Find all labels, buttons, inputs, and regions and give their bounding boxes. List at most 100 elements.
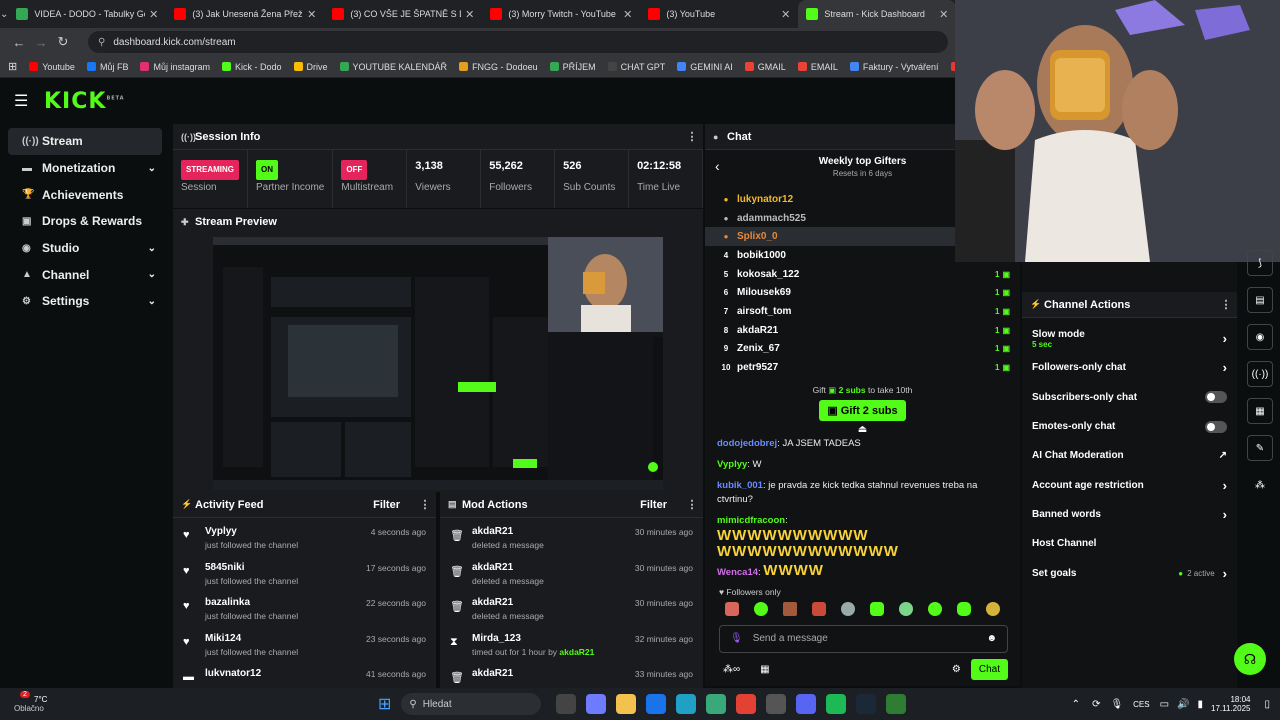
toggle-switch[interactable]: [1205, 420, 1227, 433]
kebab-menu-icon[interactable]: ⋮: [681, 498, 703, 511]
mod-action-item[interactable]: 🗑 akdaR21 deleted a message 30 minutes ago: [440, 554, 703, 590]
steam-icon[interactable]: [856, 694, 877, 714]
bookmark-item[interactable]: Kick - Dodo: [221, 62, 282, 72]
chat-username[interactable]: Vyplyy: [717, 459, 747, 470]
mod-filter-button[interactable]: Filter: [640, 499, 667, 511]
activity-username[interactable]: Miki124: [205, 633, 366, 644]
tab-close-icon[interactable]: ✕: [623, 8, 632, 21]
bookmark-item[interactable]: EMAIL: [797, 62, 838, 72]
users-icon[interactable]: ⁂: [1247, 472, 1273, 498]
bookmark-item[interactable]: PŘÍJEM: [549, 62, 596, 72]
pin-icon[interactable]: ⟆: [1247, 250, 1273, 276]
store-icon[interactable]: ▦: [760, 664, 952, 675]
activity-username[interactable]: lukvnator12: [205, 668, 366, 679]
bookmark-item[interactable]: GEMINI AI: [677, 62, 733, 72]
channel-action-subscribers-only-chat[interactable]: Subscribers-only chat: [1022, 383, 1237, 412]
emote-icon[interactable]: [899, 601, 914, 616]
tab-close-icon[interactable]: ✕: [149, 8, 158, 21]
weather-widget[interactable]: 2 7°C Oblačno: [0, 691, 140, 713]
chevron-down-icon[interactable]: ⌄: [148, 269, 156, 280]
mod-action-item[interactable]: 🗑 akdaR21 deleted a message 30 minutes ago: [440, 589, 703, 625]
sidebar-item-studio[interactable]: ◉ Studio ⌄: [8, 235, 162, 262]
channel-action-banned-words[interactable]: Banned words ›: [1022, 500, 1237, 529]
activity-item[interactable]: ♥ bazalinka just followed the channel 22 se…: [173, 589, 436, 625]
mod-action-item[interactable]: 🗑 akdaR21 deleted a message 30 minutes ago: [440, 518, 703, 554]
stream-preview-video[interactable]: [213, 237, 663, 490]
tab-close-icon[interactable]: ✕: [307, 8, 316, 21]
tab-close-icon[interactable]: ✕: [465, 8, 474, 21]
bookmark-item[interactable]: GMAIL: [744, 62, 786, 72]
emote-icon[interactable]: [928, 601, 943, 616]
mod-action-username[interactable]: akdaR21: [472, 562, 635, 573]
bookmark-item[interactable]: Faktury - Vytváření: [849, 62, 939, 72]
chat-send-button[interactable]: Chat: [970, 658, 1008, 680]
kick-logo[interactable]: KICKBETA: [44, 89, 125, 114]
mod-action-username[interactable]: akdaR21: [472, 526, 635, 537]
back-chevron-icon[interactable]: ‹: [715, 158, 720, 174]
tab-close-icon[interactable]: ✕: [781, 8, 790, 21]
tab-close-icon[interactable]: ✕: [939, 8, 948, 21]
sidebar-item-stream[interactable]: ((·)) Stream: [8, 128, 162, 155]
url-field[interactable]: ⚲ dashboard.kick.com/stream: [88, 31, 948, 53]
sidebar-item-drops-rewards[interactable]: ▣ Drops & Rewards: [8, 208, 162, 235]
sidebar-item-channel[interactable]: ▲ Channel ⌄: [8, 261, 162, 288]
battery-icon[interactable]: ▮: [1198, 699, 1204, 710]
emote-icon[interactable]: [782, 601, 797, 616]
channel-action-followers-only-chat[interactable]: Followers-only chat ›: [1022, 353, 1237, 382]
sidebar-item-achievements[interactable]: 🏆 Achievements: [8, 181, 162, 208]
chevron-right-icon[interactable]: ›: [1223, 507, 1227, 522]
hamburger-menu-icon[interactable]: ☰: [14, 91, 40, 111]
chevron-right-icon[interactable]: ›: [1223, 478, 1227, 493]
bookmark-item[interactable]: YOUTUBE KALENDÁŘ: [339, 62, 447, 72]
discord-icon[interactable]: [796, 694, 817, 714]
clock[interactable]: 18:04 17.11.2025: [1211, 695, 1250, 713]
document-icon[interactable]: ▤: [1247, 287, 1273, 313]
chevron-right-icon[interactable]: ›: [1223, 331, 1227, 346]
gifter-row[interactable]: 6 Milousek69 1 ▣: [705, 283, 1020, 302]
activity-item[interactable]: ♥ 5845niki just followed the channel 17 sec…: [173, 554, 436, 590]
mod-action-item[interactable]: ⧗ Mirda_123 timed out for 1 hour by akdaR2…: [440, 625, 703, 661]
tray-app-icon[interactable]: ⟳: [1092, 699, 1100, 710]
mod-action-username[interactable]: akdaR21: [472, 668, 635, 679]
gifter-row[interactable]: 8 akdaR21 1 ▣: [705, 321, 1020, 340]
emote-icon[interactable]: [811, 601, 826, 616]
spotify-icon[interactable]: [826, 694, 847, 714]
gift-subs-button[interactable]: ▣ Gift 2 subs: [819, 399, 906, 421]
site-info-icon[interactable]: ⚲: [98, 37, 105, 48]
broadcast-icon[interactable]: ((·)): [1247, 361, 1273, 387]
chat-icon[interactable]: ◉: [1247, 324, 1273, 350]
sidebar-item-monetization[interactable]: ▬ Monetization ⌄: [8, 155, 162, 182]
activity-item[interactable]: ♥ Miki124 just followed the channel 23 seco…: [173, 625, 436, 661]
emote-icon[interactable]: [724, 601, 739, 616]
microphone-icon[interactable]: 🎙: [730, 633, 743, 644]
activity-item[interactable]: ♥ Vyplyy just followed the channel 4 second…: [173, 518, 436, 554]
bookmark-item[interactable]: Drive: [293, 62, 328, 72]
app-icon[interactable]: [706, 694, 727, 714]
emote-icon[interactable]: [840, 601, 855, 616]
emote-icon[interactable]: [986, 601, 1001, 616]
chat-username[interactable]: Wenca14: [717, 567, 758, 578]
chevron-right-icon[interactable]: ›: [1223, 360, 1227, 375]
support-headset-button[interactable]: ☊: [1234, 643, 1266, 675]
chat-settings-gear-icon[interactable]: ⚙: [952, 664, 961, 675]
outlook-icon[interactable]: [646, 694, 667, 714]
edge-icon[interactable]: [676, 694, 697, 714]
volume-icon[interactable]: 🔊: [1177, 699, 1189, 710]
emote-icon[interactable]: [957, 601, 972, 616]
file-explorer-icon[interactable]: [616, 694, 637, 714]
chevron-down-icon[interactable]: ⌄: [148, 296, 156, 307]
chevron-right-icon[interactable]: ›: [1223, 566, 1227, 581]
emoji-icon[interactable]: ☻: [986, 633, 997, 644]
activity-username[interactable]: bazalinka: [205, 597, 366, 608]
chat-input[interactable]: 🎙 Send a message ☻: [719, 624, 1008, 653]
channel-action-slow-mode[interactable]: Slow mode 5 sec ›: [1022, 324, 1237, 353]
calculator-icon[interactable]: [766, 694, 787, 714]
collapse-gifters-icon[interactable]: ⏏: [705, 424, 1020, 435]
channel-action-set-goals[interactable]: Set goals ● 2 active ›: [1022, 558, 1237, 587]
gifter-row[interactable]: 9 Zenix_67 1 ▣: [705, 340, 1020, 359]
browser-tab[interactable]: Stream - Kick Dashboard ✕: [798, 0, 957, 28]
apps-grid-icon[interactable]: ⊞: [8, 60, 17, 73]
terminal-icon[interactable]: [886, 694, 907, 714]
toggle-switch[interactable]: [1205, 391, 1227, 404]
back-arrow-icon[interactable]: ←: [8, 35, 30, 50]
